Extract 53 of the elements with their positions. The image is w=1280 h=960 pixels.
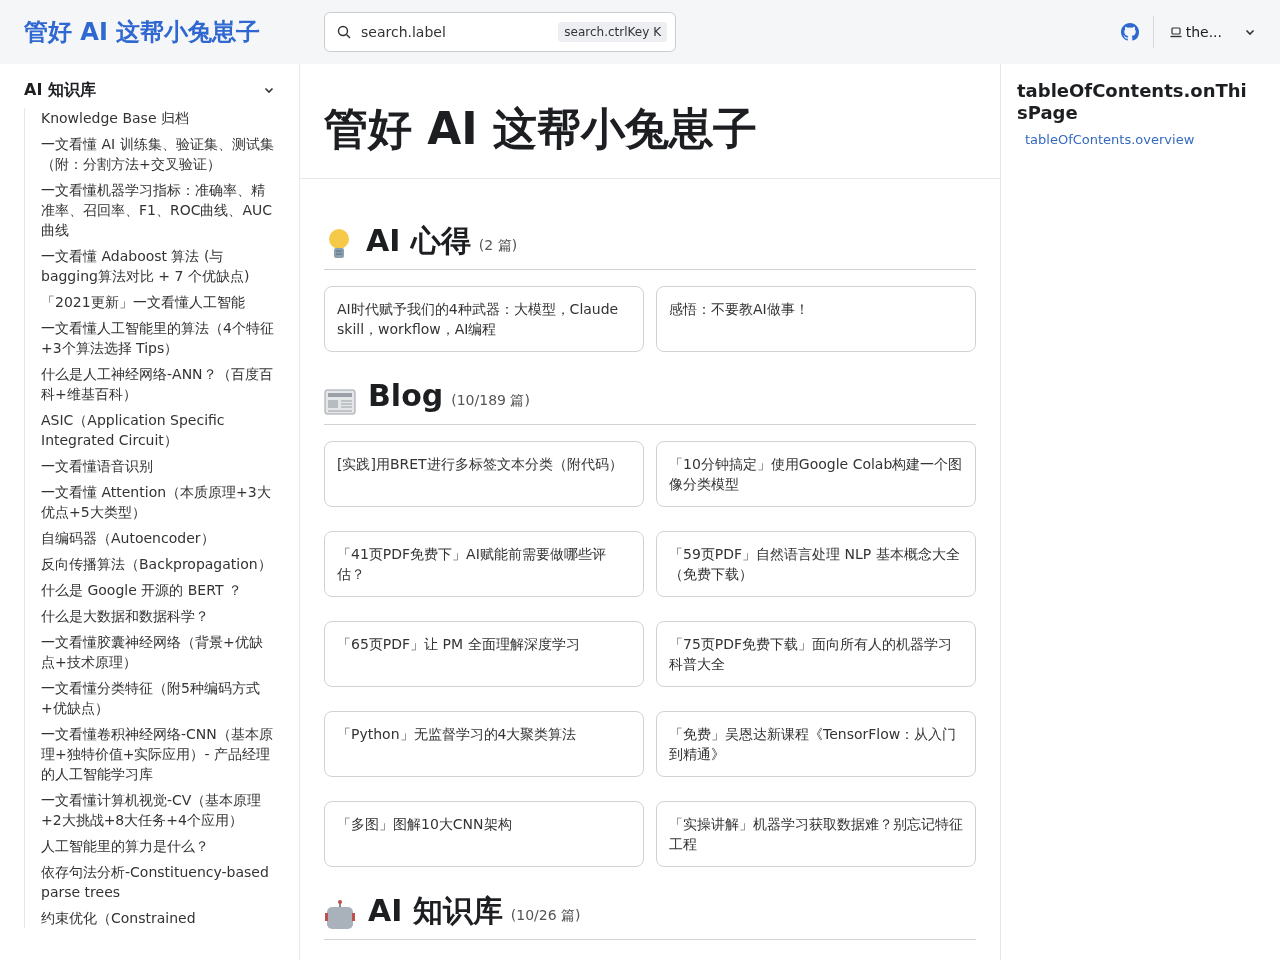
search-input[interactable]: search.label [359,23,551,41]
search-icon [337,25,351,39]
post-card[interactable]: 「75页PDF免费下载」面向所有人的机器学习科普大全 [656,621,976,687]
sidebar-item[interactable]: ASIC（Application Specific Integrated Circuit） [41,410,275,450]
laptop-icon [1169,26,1182,38]
sidebar-item[interactable]: 一文看懂胶囊神经网络（背景+优缺点+技术原理） [41,632,275,672]
post-card[interactable]: 「免费」吴恩达新课程《TensorFlow：从入门到精通》 [656,711,976,777]
post-card[interactable]: 「10分钟搞定」使用Google Colab构建一个图像分类模型 [656,441,976,507]
sidebar-item[interactable]: Knowledge Base 归档 [41,108,275,128]
sidebar-item[interactable]: 什么是 Google 开源的 BERT ？ [41,580,275,600]
sidebar-item[interactable]: 「2021更新」一文看懂人工智能 [41,292,275,312]
sidebar-item[interactable]: 一文看懂语音识别 [41,456,275,476]
sidebar-item[interactable]: 反向传播算法（Backpropagation） [41,554,275,574]
robot-icon [324,899,356,931]
keyboard-shortcut: search.ctrlKey K [558,22,667,42]
section-title: AI 心得 [366,222,471,260]
sidebar-item[interactable]: 约束优化（Constrained [41,908,275,928]
section-title: Blog [368,377,444,415]
github-icon[interactable] [1120,23,1139,41]
newspaper-icon [324,388,356,416]
sidebar-item[interactable]: 一文看懂 Adaboost 算法 (与bagging算法对比 + 7 个优缺点) [41,246,275,286]
toc-title: tableOfContents.onThisPage [1017,80,1248,124]
post-count: (2 篇) [478,237,518,255]
sidebar-item[interactable]: 什么是人工神经网络-ANN？（百度百科+维基百科） [41,364,275,404]
sidebar-item[interactable]: 一文看懂 Attention（本质原理+3大优点+5大类型） [41,482,275,522]
post-card[interactable]: 「实操讲解」机器学习获取数据难？别忘记特征工程 [656,801,976,867]
sidebar-item[interactable]: 自编码器（Autoencoder） [41,528,275,548]
toc-link[interactable]: tableOfContents.overview [1017,132,1264,147]
theme-button[interactable]: the... [1169,20,1222,44]
post-card[interactable]: 感悟：不要教AI做事！ [656,286,976,352]
site-title[interactable]: 管好 AI 这帮小兔崽子 [24,16,324,48]
sidebar-item[interactable]: 依存句法分析-Constituency-based parse trees [41,862,275,902]
sidebar-item[interactable]: 一文看懂机器学习指标：准确率、精准率、召回率、F1、ROC曲线、AUC曲线 [41,180,275,240]
sidebar-item[interactable]: 一文看懂分类特征（附5种编码方式+优缺点） [41,678,275,718]
sidebar-item[interactable]: 什么是大数据和数据科学？ [41,606,275,626]
search-field[interactable]: search.label search.ctrlKey K [324,12,676,52]
post-count: (10/189 篇) [451,392,530,410]
sidebar-item[interactable]: 一文看懂计算机视觉-CV（基本原理+2大挑战+8大任务+4个应用） [41,790,275,830]
post-card[interactable]: 「Python」无监督学习的4大聚类算法 [324,711,644,777]
post-card[interactable]: [实践]用BRET进行多标签文本分类（附代码） [324,441,644,507]
post-card[interactable]: 「多图」图解10大CNN架构 [324,801,644,867]
post-card[interactable]: 「65页PDF」让 PM 全面理解深度学习 [324,621,644,687]
post-count: (10/26 篇) [510,907,581,925]
post-card[interactable]: AI时代赋予我们的4种武器：大模型，Claude skill，workflow，AI编程 [324,286,644,352]
sidebar-item[interactable]: 一文看懂 AI 训练集、验证集、测试集（附：分割方法+交叉验证） [41,134,275,174]
post-card[interactable]: 「41页PDF免费下」AI赋能前需要做哪些评估？ [324,531,644,597]
sidebar-item[interactable]: 人工智能里的算力是什么？ [41,836,275,856]
page-title: 管好 AI 这帮小兔崽子 [324,102,759,156]
sidebar-item[interactable]: 一文看懂人工智能里的算法（4个特征+3个算法选择 Tips） [41,318,275,358]
post-card[interactable]: 「59页PDF」自然语言处理 NLP 基本概念大全（免费下载） [656,531,976,597]
sidebar-item[interactable]: 一文看懂卷积神经网络-CNN（基本原理+独特价值+实际应用）- 产品经理的人工智能学习库 [41,724,275,784]
sidebar-category[interactable]: AI 知识库 [24,80,275,100]
section-title: AI 知识库 [368,892,503,930]
